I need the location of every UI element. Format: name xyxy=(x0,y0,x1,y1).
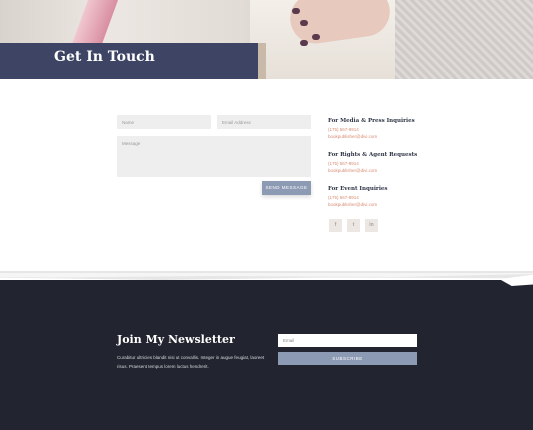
inquiry-title: For Media & Press Inquiries xyxy=(328,118,415,124)
send-message-button[interactable]: SEND MESSAGE xyxy=(262,181,311,195)
inquiry-email[interactable]: bookpublisher@divi.com xyxy=(328,134,438,139)
nail-decoration xyxy=(300,20,308,26)
hero-title-edge xyxy=(258,43,266,79)
inquiry-phone[interactable]: (175) 567-9914 xyxy=(328,127,438,132)
nail-decoration xyxy=(292,8,300,14)
twitter-icon[interactable]: t xyxy=(347,219,360,232)
inquiry-title: For Rights & Agent Requests xyxy=(328,152,418,158)
inquiry-email[interactable]: bookpublisher@divi.com xyxy=(328,202,438,207)
name-input[interactable]: Name xyxy=(117,115,211,129)
book-cover-edge xyxy=(71,0,119,44)
inquiry-email[interactable]: bookpublisher@divi.com xyxy=(328,168,438,173)
page-title: Get In Touch xyxy=(54,49,155,65)
inquiry-block-events: For Event Inquiries (175) 567-9914 bookp… xyxy=(328,186,438,207)
message-textarea[interactable]: Message xyxy=(117,136,311,177)
newsletter-email-input[interactable]: Email xyxy=(278,334,417,347)
newsletter-title: Join My Newsletter xyxy=(117,333,235,346)
facebook-icon[interactable]: f xyxy=(329,219,342,232)
nail-decoration xyxy=(300,40,308,46)
inquiry-block-media: For Media & Press Inquiries (175) 567-99… xyxy=(328,118,438,139)
inquiry-phone[interactable]: (175) 567-9914 xyxy=(328,195,438,200)
email-input[interactable]: Email Address xyxy=(217,115,311,129)
newsletter-description: Curabitur ultricies blandit nisi ut conv… xyxy=(117,355,265,369)
inquiry-phone[interactable]: (175) 567-9914 xyxy=(328,161,438,166)
subscribe-button[interactable]: SUBSCRIBE xyxy=(278,352,417,365)
linkedin-icon[interactable]: in xyxy=(365,219,378,232)
inquiry-block-rights: For Rights & Agent Requests (175) 567-99… xyxy=(328,152,438,173)
inquiry-title: For Event Inquiries xyxy=(328,186,388,192)
nail-decoration xyxy=(312,34,320,40)
sweater-image xyxy=(395,0,533,79)
